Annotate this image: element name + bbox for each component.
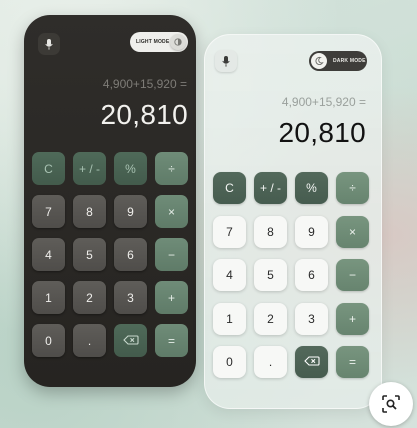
- plus-minus-key[interactable]: + / -: [73, 152, 106, 185]
- digit-4-key[interactable]: 4: [32, 238, 65, 271]
- plus-key[interactable]: +: [336, 302, 369, 335]
- divide-key[interactable]: ÷: [336, 172, 369, 204]
- digit-0-key[interactable]: 0: [32, 324, 65, 357]
- light-calculator: DARK MODE 4,900+15,920 = 20,810 C + / -% ÷…: [204, 34, 382, 409]
- clear-key[interactable]: C: [32, 152, 65, 185]
- digit-6-key[interactable]: 6: [295, 259, 328, 291]
- microphone-icon[interactable]: [215, 50, 237, 72]
- digit-1-key[interactable]: 1: [32, 281, 65, 314]
- expression-display: 4,900+15,920 =: [102, 77, 187, 91]
- digit-1-key[interactable]: 1: [213, 302, 246, 335]
- digit-7-key[interactable]: 7: [32, 195, 65, 228]
- equals-key[interactable]: =: [155, 324, 188, 357]
- clear-key[interactable]: C: [213, 172, 246, 204]
- toggle-label: DARK MODE: [333, 58, 366, 64]
- digit-8-key[interactable]: 8: [254, 215, 287, 248]
- decimal-key[interactable]: .: [73, 324, 106, 357]
- digit-9-key[interactable]: 9: [114, 195, 147, 228]
- backspace-key[interactable]: [114, 324, 147, 357]
- divide-key[interactable]: ÷: [155, 152, 188, 185]
- dark-calculator: LIGHT MODE 4,900+15,920 = 20,810 C + / -%…: [24, 15, 196, 387]
- backspace-key[interactable]: [295, 346, 328, 378]
- digit-5-key[interactable]: 5: [254, 259, 287, 291]
- microphone-icon[interactable]: [38, 33, 60, 55]
- digit-0-key[interactable]: 0: [213, 346, 246, 378]
- multiply-key[interactable]: ×: [155, 195, 188, 228]
- digit-7-key[interactable]: 7: [213, 215, 246, 248]
- digit-8-key[interactable]: 8: [73, 195, 106, 228]
- digit-3-key[interactable]: 3: [295, 302, 328, 335]
- plus-key[interactable]: +: [155, 281, 188, 314]
- toggle-label: LIGHT MODE: [136, 39, 170, 45]
- digit-9-key[interactable]: 9: [295, 215, 328, 248]
- decimal-key[interactable]: .: [254, 346, 287, 378]
- light-mode-toggle[interactable]: LIGHT MODE: [130, 32, 188, 52]
- sun-icon: [170, 34, 186, 50]
- digit-2-key[interactable]: 2: [73, 281, 106, 314]
- multiply-key[interactable]: ×: [336, 215, 369, 248]
- percent-key[interactable]: %: [295, 172, 328, 204]
- digit-6-key[interactable]: 6: [114, 238, 147, 271]
- backspace-icon: [303, 355, 320, 369]
- digit-2-key[interactable]: 2: [254, 302, 287, 335]
- digit-3-key[interactable]: 3: [114, 281, 147, 314]
- plus-minus-key[interactable]: + / -: [254, 172, 287, 204]
- digit-4-key[interactable]: 4: [213, 259, 246, 291]
- digit-5-key[interactable]: 5: [73, 238, 106, 271]
- minus-key[interactable]: −: [155, 238, 188, 271]
- result-display: 20,810: [100, 99, 188, 130]
- dark-mode-toggle[interactable]: DARK MODE: [309, 51, 367, 71]
- equals-key[interactable]: =: [336, 346, 369, 378]
- search-lens-icon[interactable]: [369, 382, 413, 426]
- percent-key[interactable]: %: [114, 152, 147, 185]
- minus-key[interactable]: −: [336, 259, 369, 291]
- moon-icon: [311, 53, 327, 69]
- expression-display: 4,900+15,920 =: [281, 95, 366, 109]
- result-display: 20,810: [278, 117, 366, 148]
- backspace-icon: [122, 334, 139, 348]
